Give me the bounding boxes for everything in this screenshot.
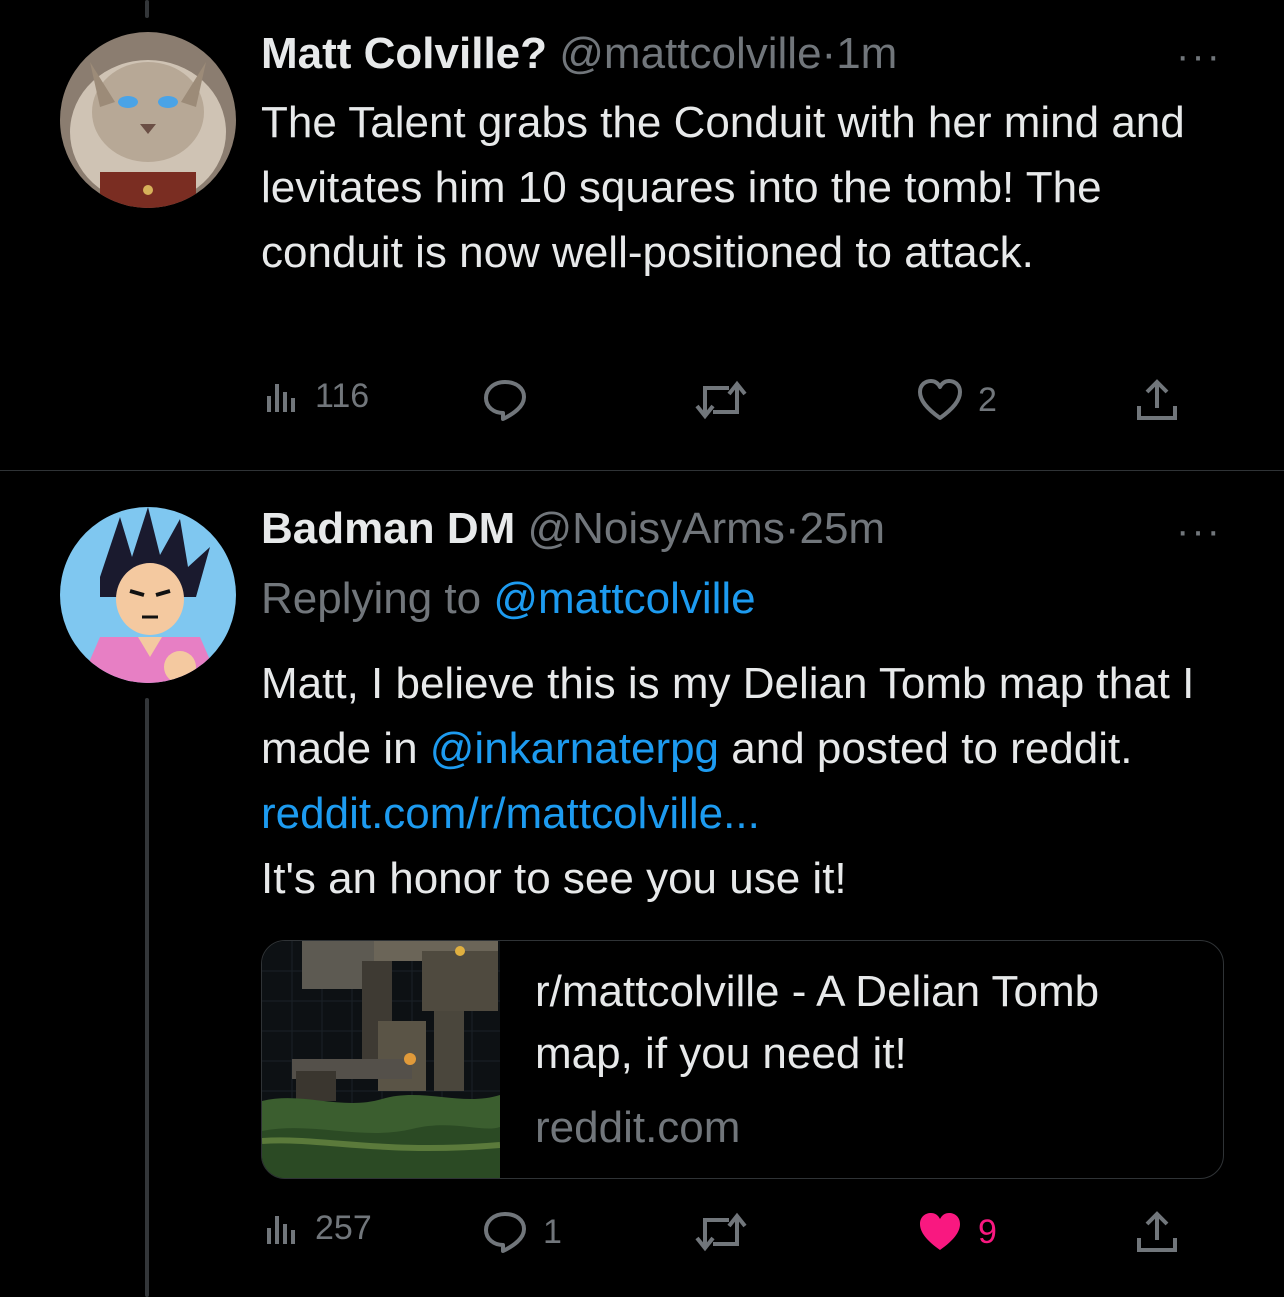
- like-count: 9: [978, 1212, 997, 1251]
- tweet-text-part3: It's an honor to see you use it!: [261, 854, 847, 903]
- share-button[interactable]: [1133, 1208, 1181, 1256]
- views-icon: [267, 384, 295, 412]
- link-card[interactable]: r/mattcolville - A Delian Tomb map, if y…: [261, 940, 1224, 1179]
- reply-icon: [484, 380, 526, 421]
- like-button[interactable]: 9: [916, 1208, 997, 1256]
- author-handle[interactable]: @mattcolville: [559, 29, 821, 78]
- more-options-icon[interactable]: ···: [1176, 509, 1222, 554]
- share-button[interactable]: [1133, 376, 1181, 424]
- reply-icon: [484, 1212, 526, 1253]
- author-name[interactable]: Badman DM: [261, 504, 515, 553]
- card-thumbnail-map: [262, 941, 501, 1178]
- views-icon: [267, 1216, 295, 1244]
- tweet-actions: 257 1 9: [261, 1208, 1191, 1264]
- retweet-icon: [695, 1212, 747, 1252]
- card-text: r/mattcolville - A Delian Tomb map, if y…: [535, 961, 1195, 1159]
- reply-count: 1: [543, 1212, 562, 1251]
- tweet-mattcolville[interactable]: Matt Colville? @mattcolville·1m ··· The …: [0, 0, 1284, 470]
- views-count: 116: [315, 376, 370, 415]
- replying-to-mention[interactable]: @mattcolville: [493, 574, 755, 623]
- tweet-text-part2: and posted to reddit.: [719, 724, 1133, 773]
- views-count: 257: [315, 1208, 372, 1247]
- tweet-text: Matt, I believe this is my Delian Tomb m…: [261, 651, 1241, 911]
- replying-prefix: Replying to: [261, 574, 494, 623]
- like-button[interactable]: 2: [916, 376, 997, 424]
- heart-icon: [918, 379, 962, 420]
- heart-filled-icon: [920, 1213, 960, 1250]
- retweet-button[interactable]: [693, 1208, 763, 1256]
- views-button[interactable]: 257: [261, 1208, 372, 1248]
- timestamp[interactable]: 1m: [836, 29, 897, 78]
- views-button[interactable]: 116: [261, 376, 369, 416]
- share-icon: [1137, 1211, 1177, 1252]
- author-handle[interactable]: @NoisyArms: [527, 504, 784, 553]
- card-domain: reddit.com: [535, 1103, 741, 1152]
- replying-to-line: Replying to @mattcolville: [261, 571, 756, 627]
- tweet-header: Badman DM @NoisyArms·25m: [261, 501, 885, 557]
- mention-link[interactable]: @inkarnaterpg: [430, 724, 719, 773]
- share-icon: [1137, 379, 1177, 420]
- avatar-cat[interactable]: [60, 32, 236, 208]
- reply-button[interactable]: [481, 376, 543, 424]
- retweet-icon: [695, 380, 747, 420]
- url-link[interactable]: reddit.com/r/mattcolville...: [261, 789, 760, 838]
- card-title: r/mattcolville - A Delian Tomb map, if y…: [535, 967, 1100, 1078]
- reply-button[interactable]: 1: [481, 1208, 562, 1256]
- more-options-icon[interactable]: ···: [1176, 34, 1222, 79]
- timestamp[interactable]: 25m: [799, 504, 885, 553]
- avatar-vegeta[interactable]: [60, 507, 236, 683]
- tweet-header: Matt Colville? @mattcolville·1m: [261, 26, 897, 82]
- separator-dot: ·: [784, 504, 800, 553]
- retweet-button[interactable]: [693, 376, 763, 424]
- author-name[interactable]: Matt Colville?: [261, 29, 547, 78]
- tweet-text: The Talent grabs the Conduit with her mi…: [261, 98, 1185, 277]
- like-count: 2: [978, 380, 997, 419]
- separator-dot: ·: [821, 29, 837, 78]
- tweet-actions: 116 2: [261, 376, 1191, 432]
